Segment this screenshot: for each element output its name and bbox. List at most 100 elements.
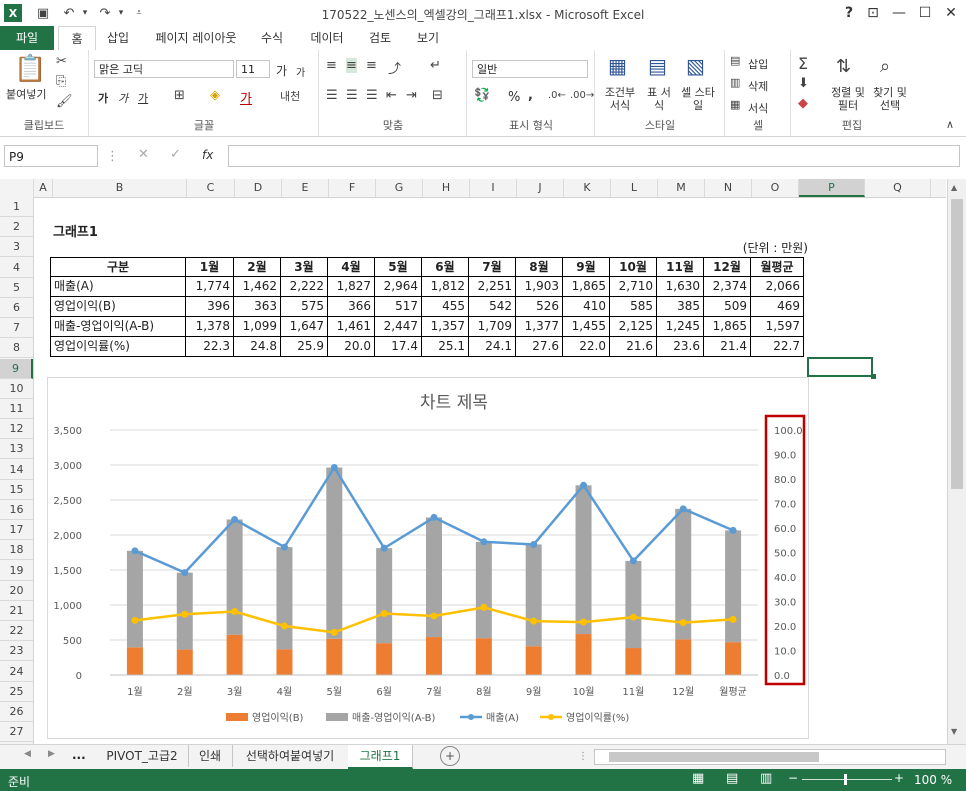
align-center-icon[interactable]: ☰ [346, 88, 358, 103]
comma-style-button[interactable]: , [528, 88, 533, 103]
column-header-n[interactable]: N [705, 179, 752, 197]
cut-icon[interactable]: ✂ [56, 54, 67, 69]
table-cell[interactable]: 1,903 [516, 277, 563, 297]
underline-button[interactable]: 가 [138, 90, 148, 106]
increase-decimal-icon[interactable]: .0← [548, 90, 566, 101]
increase-indent-icon[interactable]: ⇥ [406, 88, 417, 103]
zoom-slider-thumb[interactable] [844, 774, 847, 785]
table-cell[interactable]: 1,812 [422, 277, 469, 297]
ribbon-display-options-icon[interactable]: ⊡ [862, 3, 884, 23]
table-cell[interactable]: 2,374 [704, 277, 751, 297]
orientation-icon[interactable]: ⤴ [388, 58, 401, 77]
table-cell[interactable]: 363 [234, 297, 281, 317]
column-header-f[interactable]: F [329, 179, 376, 197]
table-cell[interactable]: 25.9 [281, 337, 328, 357]
row-header-4[interactable]: 4 [0, 258, 33, 278]
table-cell[interactable]: 2,125 [610, 317, 657, 337]
zoom-level[interactable]: 100 % [914, 773, 952, 787]
align-bottom-icon[interactable]: ≡ [366, 58, 377, 73]
table-cell[interactable]: 385 [657, 297, 704, 317]
column-header-p[interactable]: P [799, 179, 865, 197]
table-cell[interactable]: 22.3 [186, 337, 234, 357]
table-cell[interactable]: 2,710 [610, 277, 657, 297]
table-cell[interactable]: 1,099 [234, 317, 281, 337]
bold-button[interactable]: 가 [98, 90, 108, 106]
table-header-cell[interactable]: 9월 [563, 257, 610, 277]
row-header-25[interactable]: 25 [0, 682, 33, 702]
shrink-font-button[interactable]: 가 [296, 64, 305, 79]
table-cell[interactable]: 2,066 [751, 277, 804, 297]
new-sheet-button[interactable]: + [440, 746, 460, 766]
maximize-button[interactable]: ☐ [914, 3, 936, 23]
row-header-15[interactable]: 15 [0, 480, 33, 500]
cancel-icon[interactable]: ✕ [138, 147, 149, 162]
combo-chart[interactable]: 차트 제목 0 500 1,000 1,500 2,000 2,500 3,000 3,500 0… [47, 377, 809, 739]
table-cell[interactable]: 1,630 [657, 277, 704, 297]
table-cell[interactable]: 1,461 [328, 317, 375, 337]
autosum-icon[interactable]: Σ [798, 54, 808, 73]
table-cell[interactable]: 1,455 [563, 317, 610, 337]
table-cell[interactable]: 1,827 [328, 277, 375, 297]
table-cell[interactable]: 1,865 [563, 277, 610, 297]
tab-scroll-right-icon[interactable]: ▶ [48, 749, 55, 759]
clear-icon[interactable]: ◆ [798, 96, 808, 111]
table-cell[interactable]: 517 [375, 297, 422, 317]
percent-style-button[interactable]: % [508, 90, 520, 105]
delete-cells-icon[interactable]: ▥ [730, 76, 740, 89]
scroll-up-icon[interactable]: ▲ [951, 183, 957, 192]
table-cell[interactable]: 22.0 [563, 337, 610, 357]
scroll-down-icon[interactable]: ▼ [951, 727, 957, 736]
column-header-k[interactable]: K [564, 179, 611, 197]
table-header-cell[interactable]: 12월 [704, 257, 751, 277]
row-header-20[interactable]: 20 [0, 581, 33, 601]
table-cell[interactable]: 410 [563, 297, 610, 317]
horizontal-scrollbar[interactable] [594, 749, 946, 765]
tab-file[interactable]: 파일 [0, 26, 54, 50]
sheet-tab-pivot[interactable]: PIVOT_고급2 [96, 745, 189, 767]
enter-icon[interactable]: ✓ [170, 147, 181, 162]
format-painter-icon[interactable]: 🖌 [56, 94, 73, 109]
align-middle-icon[interactable]: ≡ [346, 58, 357, 73]
normal-view-icon[interactable]: ▦ [692, 771, 704, 786]
page-layout-view-icon[interactable]: ▤ [726, 771, 738, 786]
table-cell[interactable]: 1,378 [186, 317, 234, 337]
row-header-11[interactable]: 11 [0, 399, 33, 419]
column-header-d[interactable]: D [235, 179, 282, 197]
column-header-j[interactable]: J [517, 179, 564, 197]
cell-styles-icon[interactable]: ▧ [686, 54, 705, 78]
tab-view[interactable]: 보기 [410, 26, 446, 50]
table-cell[interactable]: 영업이익률(%) [50, 337, 186, 357]
column-header-i[interactable]: I [470, 179, 517, 197]
tab-insert[interactable]: 삽입 [100, 26, 136, 50]
table-cell[interactable]: 1,597 [751, 317, 804, 337]
close-button[interactable]: ✕ [940, 3, 962, 23]
format-cells-icon[interactable]: ▦ [730, 98, 740, 111]
help-button[interactable]: ? [838, 3, 860, 23]
table-cell[interactable]: 509 [704, 297, 751, 317]
row-header-13[interactable]: 13 [0, 439, 33, 460]
table-header-cell[interactable]: 3월 [281, 257, 328, 277]
table-cell[interactable]: 585 [610, 297, 657, 317]
table-cell[interactable]: 영업이익(B) [50, 297, 186, 317]
table-cell[interactable]: 24.8 [234, 337, 281, 357]
zoom-slider[interactable] [802, 779, 892, 780]
row-header-17[interactable]: 17 [0, 520, 33, 541]
table-cell[interactable]: 1,245 [657, 317, 704, 337]
tab-scroll-left-icon[interactable]: ◀ [24, 749, 31, 759]
table-cell[interactable]: 542 [469, 297, 516, 317]
formula-input[interactable] [228, 145, 960, 167]
accounting-format-icon[interactable]: 💱 [474, 88, 490, 103]
table-cell[interactable]: 24.1 [469, 337, 516, 357]
conditional-formatting-icon[interactable]: ▦ [608, 54, 627, 78]
row-header-10[interactable]: 10 [0, 379, 33, 399]
zoom-out-icon[interactable]: − [788, 771, 798, 785]
table-cell[interactable]: 1,774 [186, 277, 234, 297]
tab-formulas[interactable]: 수식 [252, 26, 292, 50]
table-cell[interactable]: 1,357 [422, 317, 469, 337]
table-cell[interactable]: 22.7 [751, 337, 804, 357]
row-header-1[interactable]: 1 [0, 197, 33, 217]
table-header-cell[interactable]: 11월 [657, 257, 704, 277]
table-cell[interactable]: 366 [328, 297, 375, 317]
tab-review[interactable]: 검토 [362, 26, 398, 50]
table-header-cell[interactable]: 1월 [186, 257, 234, 277]
